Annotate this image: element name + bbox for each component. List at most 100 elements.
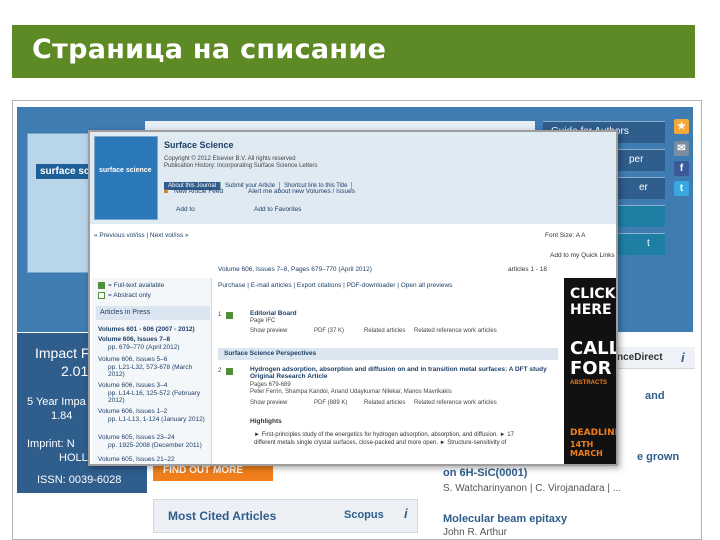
- add-to-favorites-link[interactable]: Add to Favorites: [254, 206, 301, 213]
- impact-factor-value: 2.01: [61, 363, 89, 379]
- fulltext-legend: = Full-text available: [98, 282, 164, 289]
- highlight-bullet: different metals single crystal surfaces…: [254, 440, 507, 446]
- purchase-button[interactable]: Purchase: [218, 282, 245, 289]
- rss-icon[interactable]: ◙: [164, 188, 168, 195]
- zoomed-journal-window: surface science Surface Science Copyrigh…: [88, 130, 618, 466]
- article-number: 2: [218, 368, 222, 374]
- related-articles-link[interactable]: Related articles: [364, 328, 405, 334]
- volume-item-6[interactable]: Volume 605, Issues 21–22: [98, 456, 175, 463]
- email-icon[interactable]: ✉: [674, 141, 689, 156]
- scopus-label: Scopus: [344, 509, 384, 521]
- article-checkbox[interactable]: [226, 312, 233, 319]
- show-preview-link[interactable]: Show preview: [250, 328, 287, 334]
- right-item-3-authors: S. Watcharinyanon | C. Virojanadara | ..…: [443, 483, 622, 494]
- show-preview-link[interactable]: Show preview: [250, 400, 287, 406]
- article-toolbar: Purchase | E-mail articles | Export cita…: [218, 282, 453, 289]
- alert-link[interactable]: Alert me about new Volumes / Issues: [248, 188, 355, 195]
- add-to-2collab-link[interactable]: Add to: [176, 206, 195, 213]
- open-previews-button[interactable]: Open all previews: [401, 282, 453, 289]
- export-citations-button[interactable]: Export citations: [297, 282, 341, 289]
- articles-in-press-link[interactable]: Articles in Press: [96, 306, 210, 320]
- pdf-link[interactable]: PDF (37 K): [314, 328, 344, 334]
- right-item-1[interactable]: and: [645, 390, 665, 402]
- ad-line-6: DEADLINE: [570, 428, 618, 438]
- volume-item-3-pages: pp. L14-L16, 125-572 (February 2012): [108, 390, 201, 404]
- prev-next-navigation[interactable]: « Previous vol/iss | Next vol/iss »: [94, 232, 189, 239]
- article-pages: Page IFC: [250, 318, 276, 324]
- email-articles-button[interactable]: E-mail articles: [251, 282, 292, 289]
- highlights-heading: Highlights: [250, 418, 282, 425]
- volume-sidebar: = Full-text available = Abstract only Ar…: [92, 278, 212, 464]
- abstract-label: = Abstract only: [108, 292, 151, 300]
- publication-history: Publication History: Incorporating Surfa…: [164, 163, 318, 169]
- new-article-feed-link[interactable]: New Article Feed: [174, 188, 223, 195]
- section-header: Surface Science Perspectives: [218, 348, 558, 360]
- footer-logo-area: [17, 493, 147, 539]
- impact-factor-label: Impact F: [35, 345, 90, 361]
- article-list: Purchase | E-mail articles | Export cita…: [214, 278, 562, 464]
- volume-item-4-pages: pp. L1-L13, 1-124 (January 2012): [108, 416, 205, 423]
- volume-item-5-pages: pp. 1925-2008 (December 2011): [108, 442, 202, 449]
- ad-line-4: FOR: [570, 358, 612, 379]
- right-item-3[interactable]: on 6H-SiC(0001): [443, 467, 527, 479]
- volume-item-1-pages: pp. 679–770 (April 2012): [108, 344, 180, 351]
- volume-range-link[interactable]: Volumes 601 - 606 (2007 - 2012): [98, 326, 195, 333]
- fulltext-label: = Full-text available: [108, 282, 165, 290]
- volume-item-1[interactable]: Volume 606, Issues 7–8: [98, 336, 170, 343]
- five-year-impact-label: 5 Year Impa: [27, 396, 86, 408]
- article-title[interactable]: Hydrogen adsorption, absorption and diff…: [250, 366, 550, 380]
- ad-line-7: 14TH MARCH: [570, 440, 603, 458]
- volume-item-5[interactable]: Volume 605, Issues 23–24: [98, 434, 175, 441]
- twitter-icon[interactable]: t: [674, 181, 689, 196]
- slide-title-bar: Страница на списание: [12, 25, 695, 78]
- abstract-icon: [98, 292, 105, 299]
- imprint-label: Imprint: N: [27, 438, 75, 450]
- ad-line-1: CLICK: [570, 286, 616, 302]
- article-title[interactable]: Editorial Board: [250, 310, 297, 317]
- journal-cover-thumbnail: surface science: [94, 136, 158, 220]
- volume-item-3[interactable]: Volume 606, Issues 3–4: [98, 382, 167, 389]
- call-for-abstracts-ad[interactable]: CLICK HERE CALL FOR ABSTRACTS DEADLINE 1…: [564, 278, 618, 464]
- volume-item-4[interactable]: Volume 606, Issues 1–2: [98, 408, 167, 415]
- related-articles-link[interactable]: Related articles: [364, 400, 405, 406]
- article-checkbox[interactable]: [226, 368, 233, 375]
- pdf-link[interactable]: PDF (889 K): [314, 400, 347, 406]
- issn-label: ISSN: 0039-6028: [17, 471, 147, 491]
- article-authors: Peter Ferrin, Shampa Kandoi, Anand Udayk…: [250, 389, 452, 395]
- right-item-2[interactable]: e grown: [637, 451, 679, 463]
- article-pages: Pages 679-689: [250, 382, 291, 388]
- slide-title: Страница на списание: [32, 34, 387, 65]
- five-year-impact-value: 1.84: [51, 410, 73, 422]
- sciencedirect-bar: nceDirect i: [613, 347, 695, 369]
- highlight-bullet: ► First-principles study of the energeti…: [254, 432, 514, 438]
- journal-header: surface science Surface Science Copyrigh…: [90, 132, 616, 224]
- volume-item-2-pages: pp. L21-L32, 573-678 (March 2012): [108, 364, 193, 378]
- font-size-control[interactable]: Font Size: A A: [545, 232, 585, 239]
- abstract-legend: = Abstract only: [98, 292, 151, 299]
- pdf-downloader-button[interactable]: PDF-downloader: [347, 282, 396, 289]
- info-icon[interactable]: i: [404, 506, 408, 521]
- right-item-4[interactable]: Molecular beam epitaxy: [443, 513, 567, 525]
- sciencedirect-label: nceDirect: [617, 352, 663, 363]
- related-reference-link[interactable]: Related reference work articles: [414, 328, 497, 334]
- cover-title: surface science: [99, 167, 152, 174]
- articles-count: articles 1 - 18: [508, 266, 548, 273]
- info-icon[interactable]: i: [681, 350, 685, 365]
- ad-line-3: CALL: [570, 338, 618, 359]
- article-number: 1: [218, 312, 222, 318]
- bookmark-icon[interactable]: ★: [674, 119, 689, 134]
- journal-title: Surface Science: [164, 140, 234, 150]
- most-cited-title[interactable]: Most Cited Articles: [168, 509, 276, 523]
- right-item-4-authors: John R. Arthur: [443, 527, 507, 538]
- copyright-text: Copyright © 2012 Elsevier B.V. All right…: [164, 156, 296, 162]
- facebook-icon[interactable]: f: [674, 161, 689, 176]
- ad-line-2: HERE: [570, 302, 612, 318]
- fulltext-icon: [98, 282, 105, 289]
- most-cited-articles-box: Most Cited Articles Scopus i: [153, 499, 418, 533]
- journal-tabs: About this Journal Submit your Article Sho…: [164, 174, 614, 190]
- volume-item-2[interactable]: Volume 606, Issues 5–6: [98, 356, 167, 363]
- related-reference-link[interactable]: Related reference work articles: [414, 400, 497, 406]
- volume-heading: Volume 606, Issues 7–8, Pages 679–770 (A…: [218, 266, 372, 273]
- ad-line-5: ABSTRACTS: [570, 380, 607, 386]
- add-quick-links[interactable]: Add to my Quick Links: [550, 252, 615, 259]
